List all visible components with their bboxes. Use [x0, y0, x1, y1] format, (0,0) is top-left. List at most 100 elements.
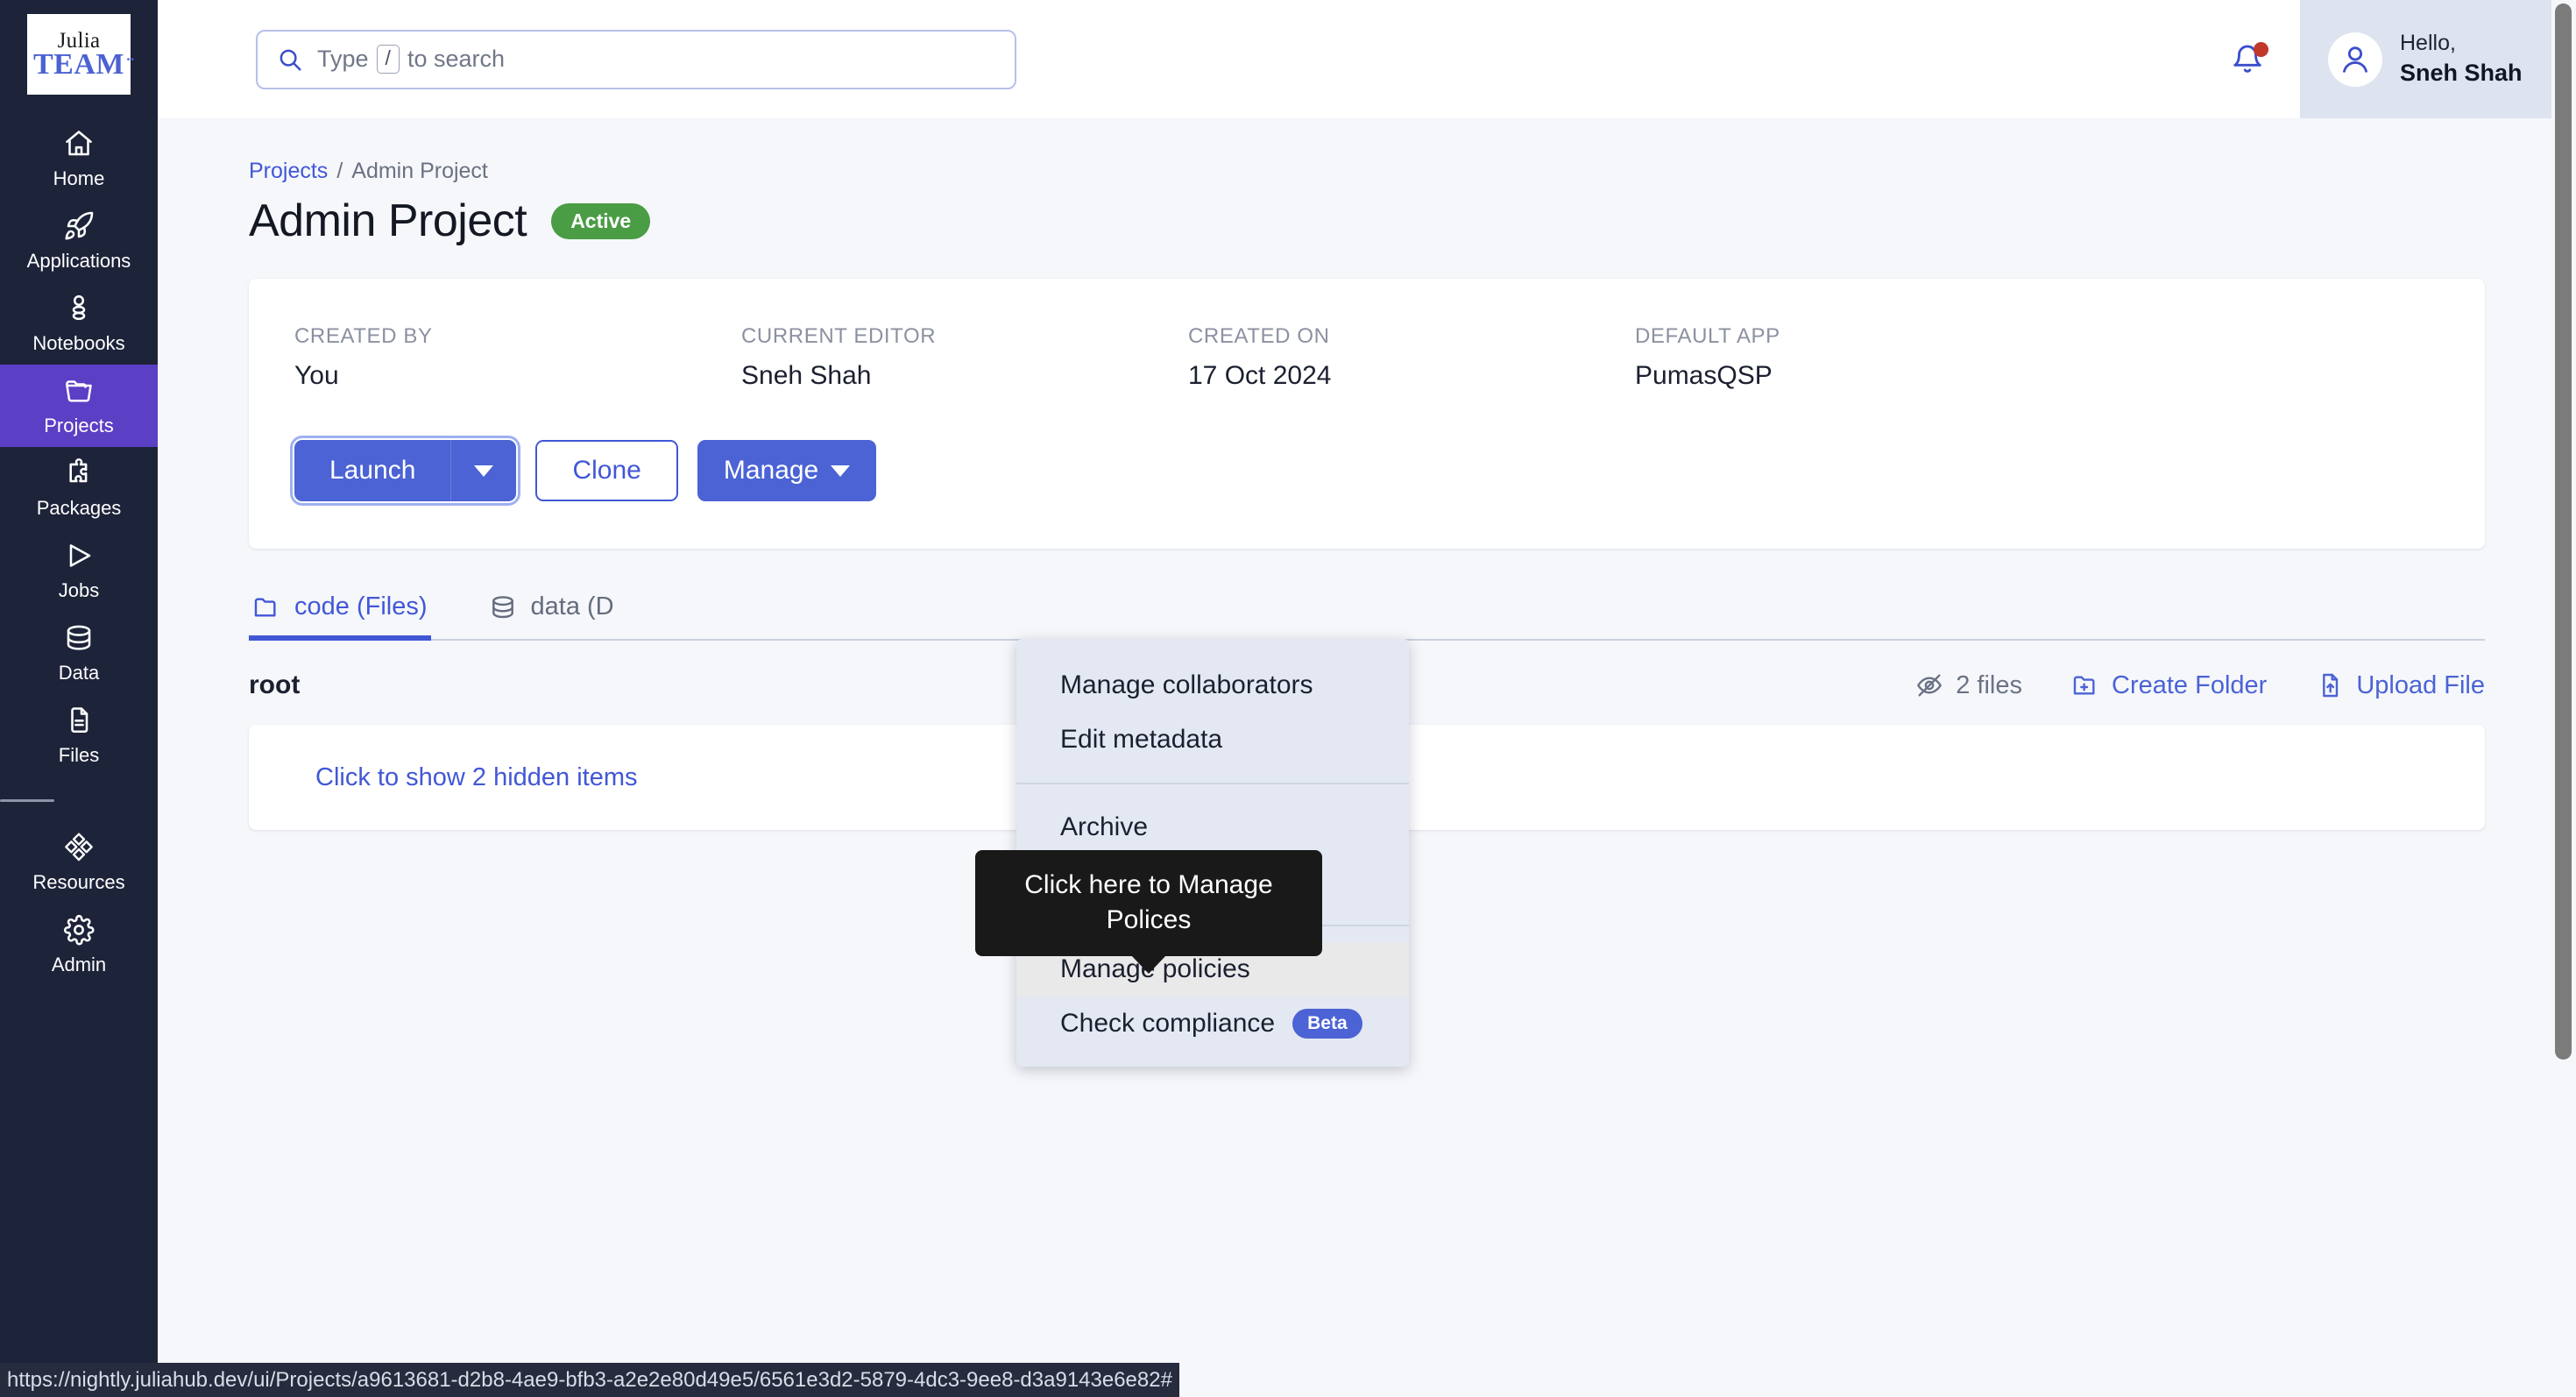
page-title: Admin Project: [249, 195, 527, 247]
metadata-label: DEFAULT APP: [1635, 324, 2439, 349]
menu-item-edit-metadata[interactable]: Edit metadata: [1016, 713, 1409, 767]
clone-button[interactable]: Clone: [535, 440, 677, 501]
sidebar-item-notebooks[interactable]: Notebooks: [0, 282, 158, 365]
sidebar-label-admin: Admin: [52, 954, 106, 976]
tab-data-datasets[interactable]: data (D: [485, 585, 618, 639]
breadcrumb: Projects / Admin Project: [249, 159, 2485, 184]
eye-off-icon: [1915, 671, 1943, 699]
folder-plus-icon: [2071, 671, 2099, 699]
create-folder-label: Create Folder: [2112, 671, 2267, 700]
top-bar-right: Hello, Sneh Shah: [2195, 0, 2576, 118]
scrollbar-thumb[interactable]: [2555, 4, 2572, 1060]
sidebar-item-admin[interactable]: Admin: [0, 904, 158, 986]
launch-dropdown-toggle[interactable]: [451, 440, 516, 501]
sidebar-label-jobs: Jobs: [59, 579, 99, 602]
sidebar-item-packages[interactable]: Packages: [0, 447, 158, 529]
metadata-field-created-by: CREATED BY You: [294, 324, 741, 391]
upload-file-button[interactable]: Upload File: [2316, 671, 2485, 700]
diamonds-icon: [63, 832, 95, 863]
upload-file-label: Upload File: [2356, 671, 2485, 700]
play-icon: [63, 540, 95, 571]
show-hidden-items-link[interactable]: Click to show 2 hidden items: [315, 763, 638, 792]
notifications-button[interactable]: [2195, 0, 2300, 118]
project-metadata-grid: CREATED BY You CURRENT EDITOR Sneh Shah …: [294, 324, 2439, 391]
sidebar-label-packages: Packages: [37, 497, 122, 520]
notification-badge-dot: [2254, 42, 2268, 57]
sidebar-item-applications[interactable]: Applications: [0, 200, 158, 282]
sidebar-label-data: Data: [59, 662, 99, 684]
metadata-value: 17 Oct 2024: [1188, 361, 1635, 391]
logo-team-text: TEAM··: [33, 50, 124, 80]
logo-dots: ··: [126, 52, 134, 67]
chevron-down-icon: [831, 465, 850, 477]
sidebar-item-jobs[interactable]: Jobs: [0, 529, 158, 612]
create-folder-button[interactable]: Create Folder: [2071, 671, 2267, 700]
chevron-down-icon: [474, 465, 493, 477]
user-profile-menu[interactable]: Hello, Sneh Shah: [2300, 0, 2576, 118]
vertical-scrollbar[interactable]: [2551, 0, 2576, 1397]
metadata-value: Sneh Shah: [741, 361, 1188, 391]
page-title-row: Admin Project Active: [249, 195, 2485, 247]
status-bar-url: https://nightly.juliahub.dev/ui/Projects…: [7, 1368, 1172, 1393]
launch-button-group: Launch: [294, 440, 516, 501]
sidebar-label-applications: Applications: [27, 250, 131, 273]
folder-icon: [252, 593, 280, 621]
metadata-field-default-app: DEFAULT APP PumasQSP: [1635, 324, 2439, 391]
main-region: Type / to search: [158, 0, 2576, 1397]
greeting-text: Hello,: [2400, 29, 2523, 58]
notebook-icon: [63, 293, 95, 324]
hidden-files-count: 2 files: [1956, 671, 2022, 700]
breadcrumb-current: Admin Project: [351, 159, 488, 184]
menu-divider: [1016, 783, 1409, 784]
status-badge: Active: [551, 203, 650, 239]
database-icon: [489, 593, 517, 621]
metadata-field-current-editor: CURRENT EDITOR Sneh Shah: [741, 324, 1188, 391]
sidebar-item-projects[interactable]: Projects: [0, 365, 158, 447]
metadata-label: CREATED BY: [294, 324, 741, 349]
sidebar-item-resources[interactable]: Resources: [0, 821, 158, 904]
top-bar: Type / to search: [158, 0, 2576, 118]
metadata-value: You: [294, 361, 741, 391]
file-icon: [63, 705, 95, 736]
hidden-files-toggle[interactable]: 2 files: [1915, 671, 2022, 700]
breadcrumb-projects-link[interactable]: Projects: [249, 159, 328, 184]
tab-code-files[interactable]: code (Files): [249, 585, 431, 639]
sidebar-item-home[interactable]: Home: [0, 117, 158, 200]
menu-item-label: Edit metadata: [1060, 725, 1222, 755]
sidebar-item-files[interactable]: Files: [0, 694, 158, 777]
menu-item-check-compliance[interactable]: Check compliance Beta: [1016, 996, 1409, 1051]
manage-policies-tooltip: Click here to Manage Polices: [975, 850, 1322, 956]
project-action-buttons: Launch Clone Manage: [294, 440, 2439, 501]
gear-icon: [63, 914, 95, 946]
database-icon: [63, 622, 95, 654]
metadata-label: CURRENT EDITOR: [741, 324, 1188, 349]
breadcrumb-separator: /: [336, 159, 343, 184]
search-icon: [277, 46, 303, 73]
manage-dropdown-button[interactable]: Manage: [697, 440, 876, 501]
sidebar-item-data[interactable]: Data: [0, 612, 158, 694]
file-action-group: 2 files Create Folder Upload File: [1915, 671, 2485, 700]
launch-button[interactable]: Launch: [294, 440, 451, 501]
manage-button-label: Manage: [724, 456, 818, 486]
tab-label: code (Files): [294, 592, 428, 621]
tab-label: data (D: [531, 592, 614, 621]
sidebar-label-home: Home: [53, 167, 105, 190]
sidebar-label-resources: Resources: [32, 871, 124, 894]
sidebar-nav: Home Applications Notebooks Projects: [0, 117, 158, 986]
metadata-value: PumasQSP: [1635, 361, 2439, 391]
sidebar: Julia TEAM·· Home Applications: [0, 0, 158, 1397]
current-folder-label: root: [249, 670, 300, 700]
menu-item-manage-collaborators[interactable]: Manage collaborators: [1016, 658, 1409, 713]
metadata-field-created-on: CREATED ON 17 Oct 2024: [1188, 324, 1635, 391]
content-area: Projects / Admin Project Admin Project A…: [158, 118, 2576, 1397]
folder-icon: [63, 375, 95, 407]
rocket-icon: [63, 210, 95, 242]
search-input[interactable]: Type / to search: [256, 30, 1016, 89]
sidebar-label-files: Files: [59, 744, 99, 767]
menu-item-archive[interactable]: Archive: [1016, 800, 1409, 855]
sidebar-label-notebooks: Notebooks: [32, 332, 124, 355]
app-root: Julia TEAM·· Home Applications: [0, 0, 2576, 1397]
menu-item-label: Archive: [1060, 812, 1148, 842]
search-slash-key: /: [377, 45, 400, 74]
juliateam-logo[interactable]: Julia TEAM··: [27, 14, 131, 95]
